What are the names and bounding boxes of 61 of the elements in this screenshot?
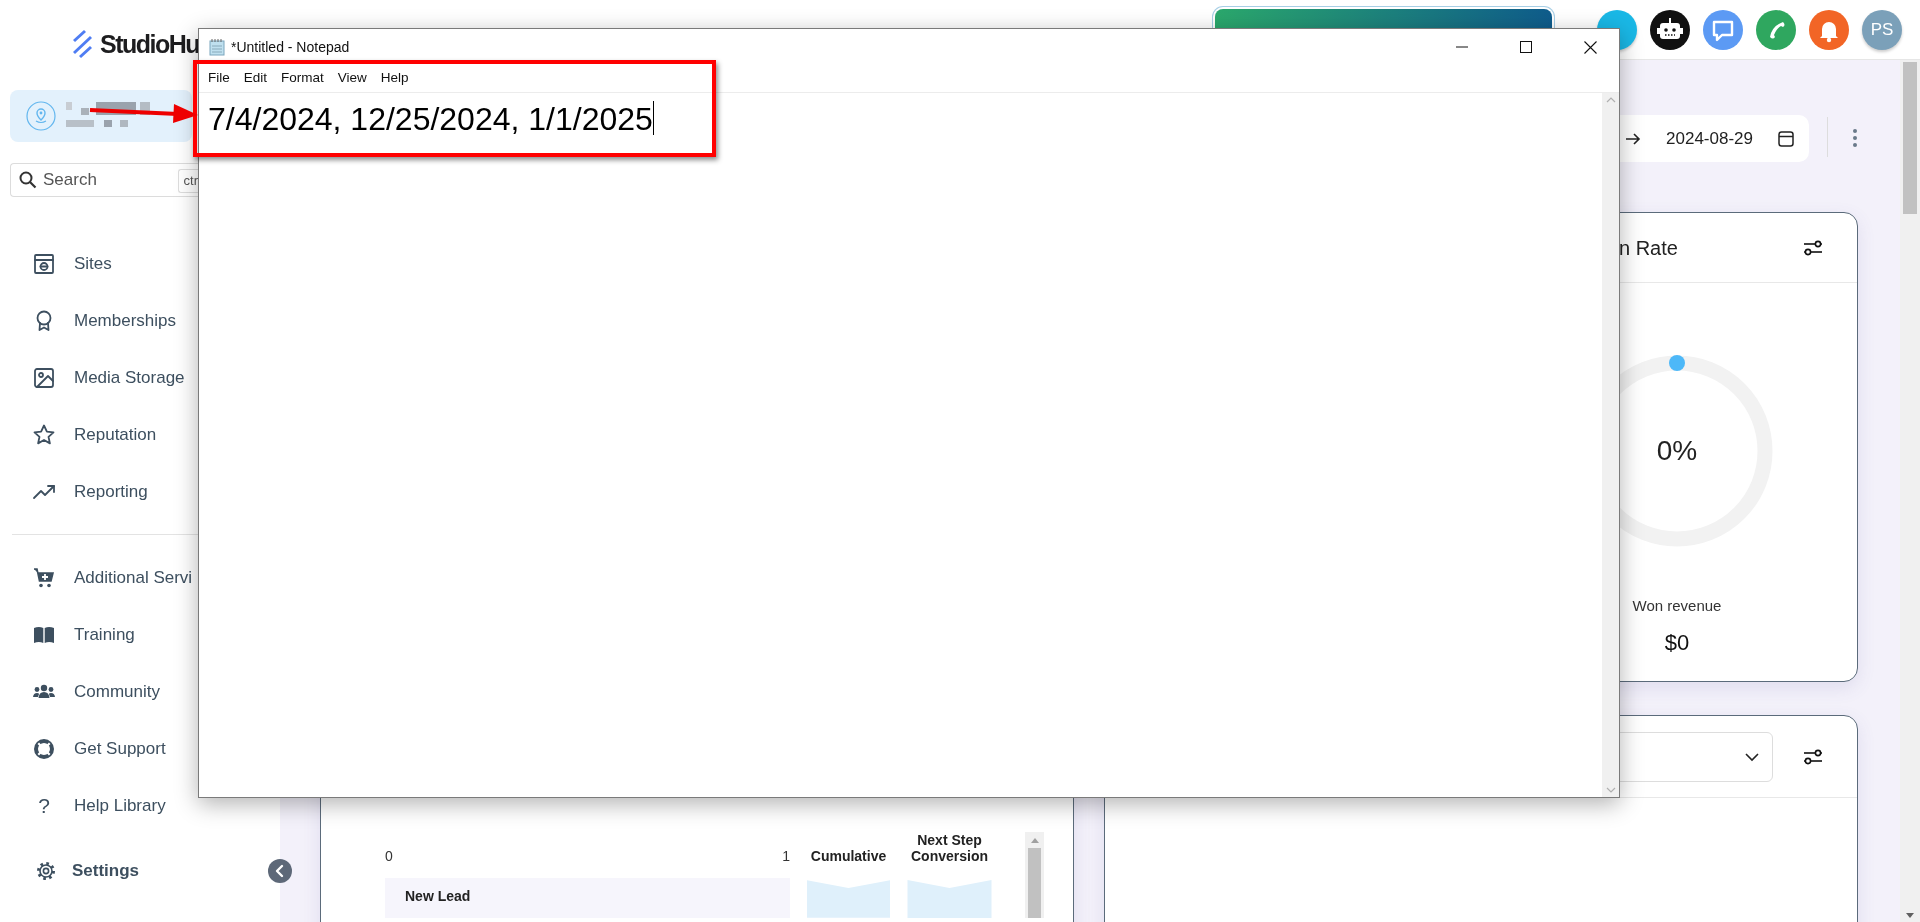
scroll-thumb[interactable] (1028, 848, 1041, 918)
sidebar-item[interactable]: Community (0, 663, 160, 720)
sidebar-item[interactable]: Sites (0, 235, 112, 292)
menu-item[interactable]: Format (274, 68, 331, 89)
settings-item[interactable]: Settings (0, 842, 140, 899)
browser-window-icon (32, 251, 56, 276)
chevron-down-icon (1744, 751, 1760, 762)
percent-value: 0% (1656, 434, 1698, 468)
card-title: n Rate (1618, 235, 1678, 261)
menu-item[interactable]: Edit (236, 68, 275, 89)
filter-icon[interactable] (1803, 747, 1823, 766)
maximize-icon (1520, 41, 1532, 53)
scroll-down-icon (1605, 787, 1616, 793)
collapse-button[interactable] (268, 858, 292, 883)
date-text: 2024-08-29 (1666, 127, 1753, 150)
sidebar-item[interactable]: Additional Servi (0, 549, 193, 606)
logo-text: StudioHu (100, 29, 200, 61)
sidebar-item[interactable]: Reputation (0, 406, 157, 463)
menu-item[interactable]: Help (373, 68, 416, 89)
axis-label: 1 (782, 847, 790, 866)
filter-icon[interactable] (1803, 238, 1823, 257)
stage-label: New Lead (385, 878, 790, 918)
scrollbar[interactable] (1900, 60, 1920, 922)
scrollbar[interactable] (1602, 93, 1619, 797)
calendar-icon (1777, 129, 1795, 148)
star-icon (32, 422, 56, 447)
menu-item[interactable]: File (201, 68, 237, 89)
notepad-icon (209, 38, 225, 56)
text-cursor (652, 101, 654, 135)
kebab-menu-icon[interactable] (1852, 128, 1858, 148)
phone-button[interactable] (1756, 9, 1796, 50)
column-header: Cumulative (809, 848, 888, 866)
image-icon (32, 365, 56, 390)
sidebar-item[interactable]: Memberships (0, 292, 177, 349)
cart-plus-icon (32, 565, 56, 590)
scroll-up-icon (1029, 836, 1040, 844)
scroll-down-icon (1905, 912, 1915, 920)
sidebar-item[interactable]: ? Help Library (0, 777, 166, 834)
menu-item[interactable]: View (330, 68, 374, 89)
sidebar-item[interactable]: Reporting (0, 463, 148, 520)
metric-label: Won revenue (1632, 596, 1722, 616)
document-text: 7/4/2024, 12/25/2024, 1/1/2025 (208, 100, 653, 139)
metric-value: $0 (1664, 628, 1690, 657)
scrollbar[interactable] (1025, 832, 1044, 918)
close-icon (1583, 40, 1597, 54)
question-mark-icon: ? (32, 789, 56, 822)
bell-button[interactable] (1809, 9, 1849, 50)
account-card[interactable] (10, 90, 192, 142)
lifebuoy-icon (32, 736, 56, 761)
scroll-up-icon (1605, 97, 1616, 103)
column-header: Next Step Conversion (910, 832, 989, 866)
axis-label: 0 (385, 847, 393, 866)
chat-button[interactable] (1703, 9, 1743, 50)
window-title: *Untitled - Notepad (231, 37, 350, 57)
sidebar-item[interactable]: Get Support (0, 720, 166, 777)
scroll-thumb[interactable] (1903, 62, 1917, 214)
location-pin-icon (26, 101, 56, 131)
robot-button[interactable] (1650, 9, 1690, 50)
sidebar-item[interactable]: Media Storage (0, 349, 185, 406)
search-icon (18, 170, 38, 190)
sidebar-item[interactable]: Training (0, 606, 135, 663)
